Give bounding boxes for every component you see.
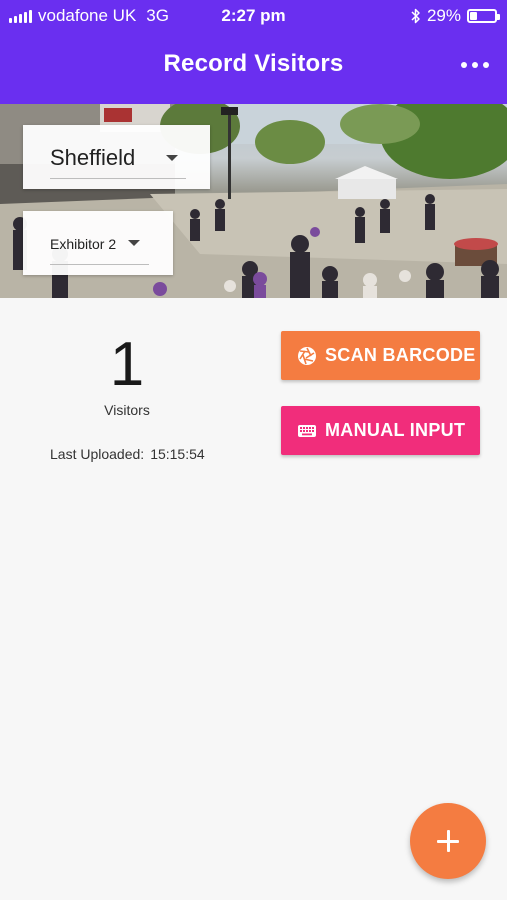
exhibitor-dropdown[interactable]: Exhibitor 2 — [23, 211, 173, 275]
location-dropdown-value: Sheffield — [50, 145, 136, 170]
camera-aperture-icon — [298, 346, 316, 365]
battery-icon — [467, 9, 500, 23]
last-uploaded-label: Last Uploaded: — [50, 446, 145, 462]
location-dropdown[interactable]: Sheffield — [23, 125, 210, 189]
last-uploaded: Last Uploaded: 15:15:54 — [50, 446, 205, 462]
manual-input-label: MANUAL INPUT — [325, 420, 466, 440]
plus-icon — [437, 830, 459, 852]
exhibitor-dropdown-value: Exhibitor 2 — [50, 236, 117, 252]
battery-fill — [470, 12, 477, 20]
location-dropdown-underline — [50, 178, 186, 179]
add-fab-button[interactable] — [410, 803, 486, 879]
chevron-down-icon — [128, 240, 140, 246]
scan-barcode-label: SCAN BARCODE — [325, 345, 476, 365]
manual-input-button[interactable]: MANUAL INPUT — [281, 406, 480, 455]
visitor-count-label: Visitors — [104, 402, 150, 418]
app-header: vodafone UK 3G 2:27 pm 29% Record Visito… — [0, 0, 507, 104]
battery-percent: 29% — [426, 6, 461, 25]
keyboard-icon — [298, 424, 316, 437]
status-bar: vodafone UK 3G 2:27 pm 29% — [0, 0, 507, 30]
scan-barcode-button[interactable]: SCAN BARCODE — [281, 331, 480, 380]
page-title: Record Visitors — [163, 50, 344, 77]
visitor-count: 1 — [109, 330, 145, 399]
last-uploaded-value: 15:15:54 — [150, 446, 205, 462]
exhibitor-dropdown-underline — [50, 264, 149, 265]
chevron-down-icon — [166, 155, 178, 161]
status-right: 29% — [411, 6, 500, 26]
bluetooth-icon — [411, 8, 420, 24]
more-horizontal-icon[interactable] — [461, 56, 489, 74]
